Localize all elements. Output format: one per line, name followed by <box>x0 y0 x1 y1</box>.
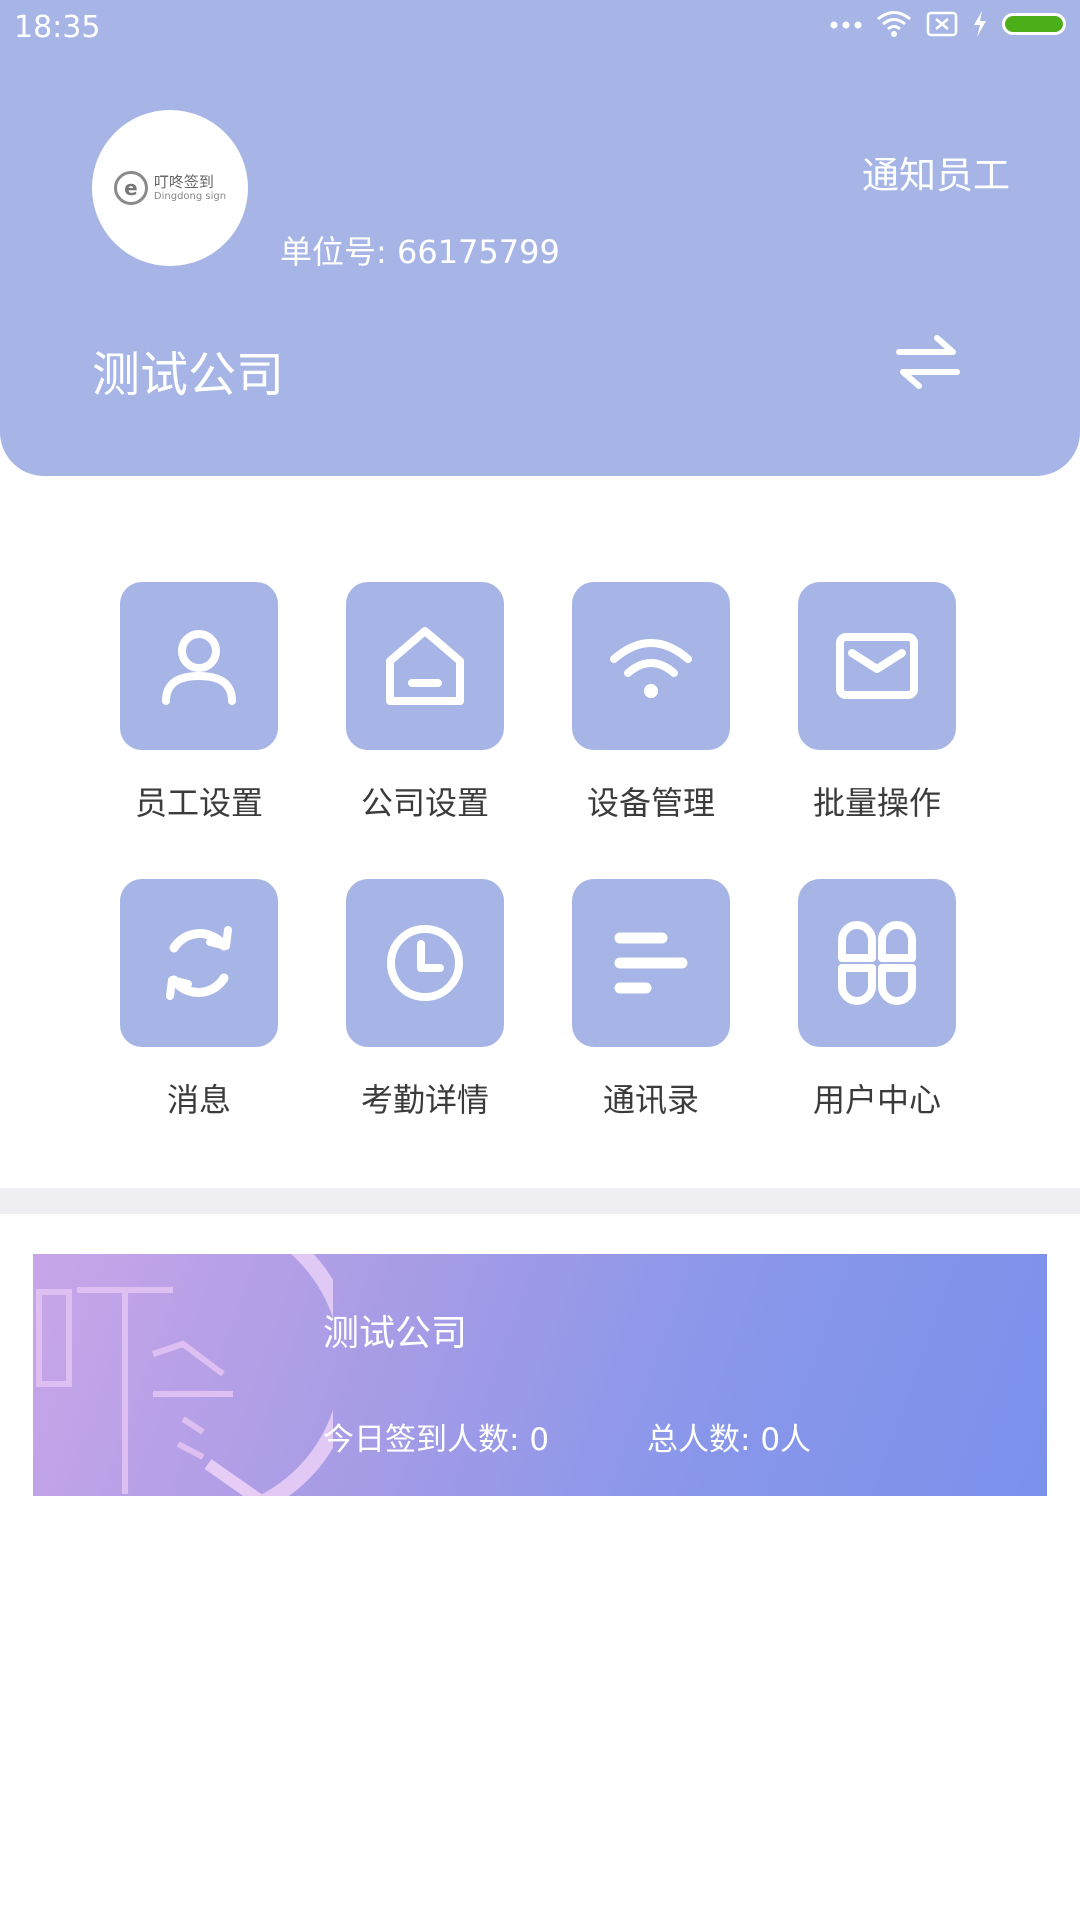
tile-batch-operations[interactable]: 批量操作 <box>798 582 956 824</box>
checkin-label: 今日签到人数: <box>323 1422 520 1458</box>
tile-label: 公司设置 <box>360 784 489 822</box>
sim-off-icon <box>926 11 958 37</box>
list-icon <box>614 932 688 994</box>
tile-label: 设备管理 <box>586 784 715 822</box>
tile-device-management[interactable]: 设备管理 <box>572 582 730 824</box>
tile-label: 批量操作 <box>812 784 941 822</box>
wifi-icon <box>610 639 692 698</box>
charging-icon <box>974 11 986 37</box>
tile-label: 消息 <box>166 1081 231 1119</box>
notify-employees-button[interactable]: 通知员工 <box>862 145 1010 199</box>
wifi-icon <box>877 11 911 37</box>
total-count-row: 总人数: 0人 <box>647 1414 811 1459</box>
section-divider <box>0 1188 1080 1214</box>
unit-number: 66175799 <box>396 233 560 271</box>
status-icons <box>830 10 1066 38</box>
company-logo[interactable]: e 叮咚签到 Dingdong sign <box>92 110 248 266</box>
tile-user-center[interactable]: 用户中心 <box>798 879 956 1121</box>
dingdong-watermark-icon <box>36 1254 333 1496</box>
swap-arrows-icon[interactable] <box>895 332 961 392</box>
logo-e-icon: e <box>113 171 148 205</box>
header: 18:35 e 叮咚签到 Dingdong sign 通知员工 单位号: 661… <box>0 0 1080 476</box>
banner-company-name: 测试公司 <box>323 1313 468 1354</box>
logo-text-cn: 叮咚签到 <box>153 173 214 191</box>
unit-number-row: 单位号: 66175799 <box>280 227 560 273</box>
tile-label: 员工设置 <box>134 784 263 822</box>
tile-label: 通讯录 <box>602 1081 699 1119</box>
total-label: 总人数: <box>647 1422 751 1458</box>
apps-icon <box>838 921 916 1005</box>
tile-employee-settings[interactable]: 员工设置 <box>120 582 278 824</box>
tile-contacts[interactable]: 通讯录 <box>572 879 730 1121</box>
checkin-count: 0 <box>529 1422 550 1458</box>
tile-label: 用户中心 <box>812 1081 941 1119</box>
unit-label: 单位号: <box>280 233 387 271</box>
mail-icon <box>836 633 918 699</box>
battery-icon <box>1002 13 1066 35</box>
tile-messages[interactable]: 消息 <box>120 879 278 1121</box>
more-dots-icon <box>830 21 862 29</box>
status-time: 18:35 <box>14 10 101 45</box>
checkin-count-row: 今日签到人数: 0 <box>323 1414 549 1459</box>
house-icon <box>386 627 464 705</box>
function-grid: 员工设置 公司设置 设备管理 批量操作 消息 考勤详情 通讯录 用户中心 <box>120 582 960 1121</box>
total-count: 0人 <box>760 1422 812 1458</box>
company-name: 测试公司 <box>92 347 285 403</box>
person-icon <box>162 630 236 705</box>
tile-company-settings[interactable]: 公司设置 <box>346 582 504 824</box>
company-summary-banner[interactable]: 测试公司 今日签到人数: 0 总人数: 0人 <box>33 1254 1047 1496</box>
tile-label: 考勤详情 <box>360 1081 489 1119</box>
logo-text-en: Dingdong sign <box>153 191 227 202</box>
clock-icon <box>387 925 463 1001</box>
tile-attendance-details[interactable]: 考勤详情 <box>346 879 504 1121</box>
refresh-icon <box>166 926 232 1000</box>
